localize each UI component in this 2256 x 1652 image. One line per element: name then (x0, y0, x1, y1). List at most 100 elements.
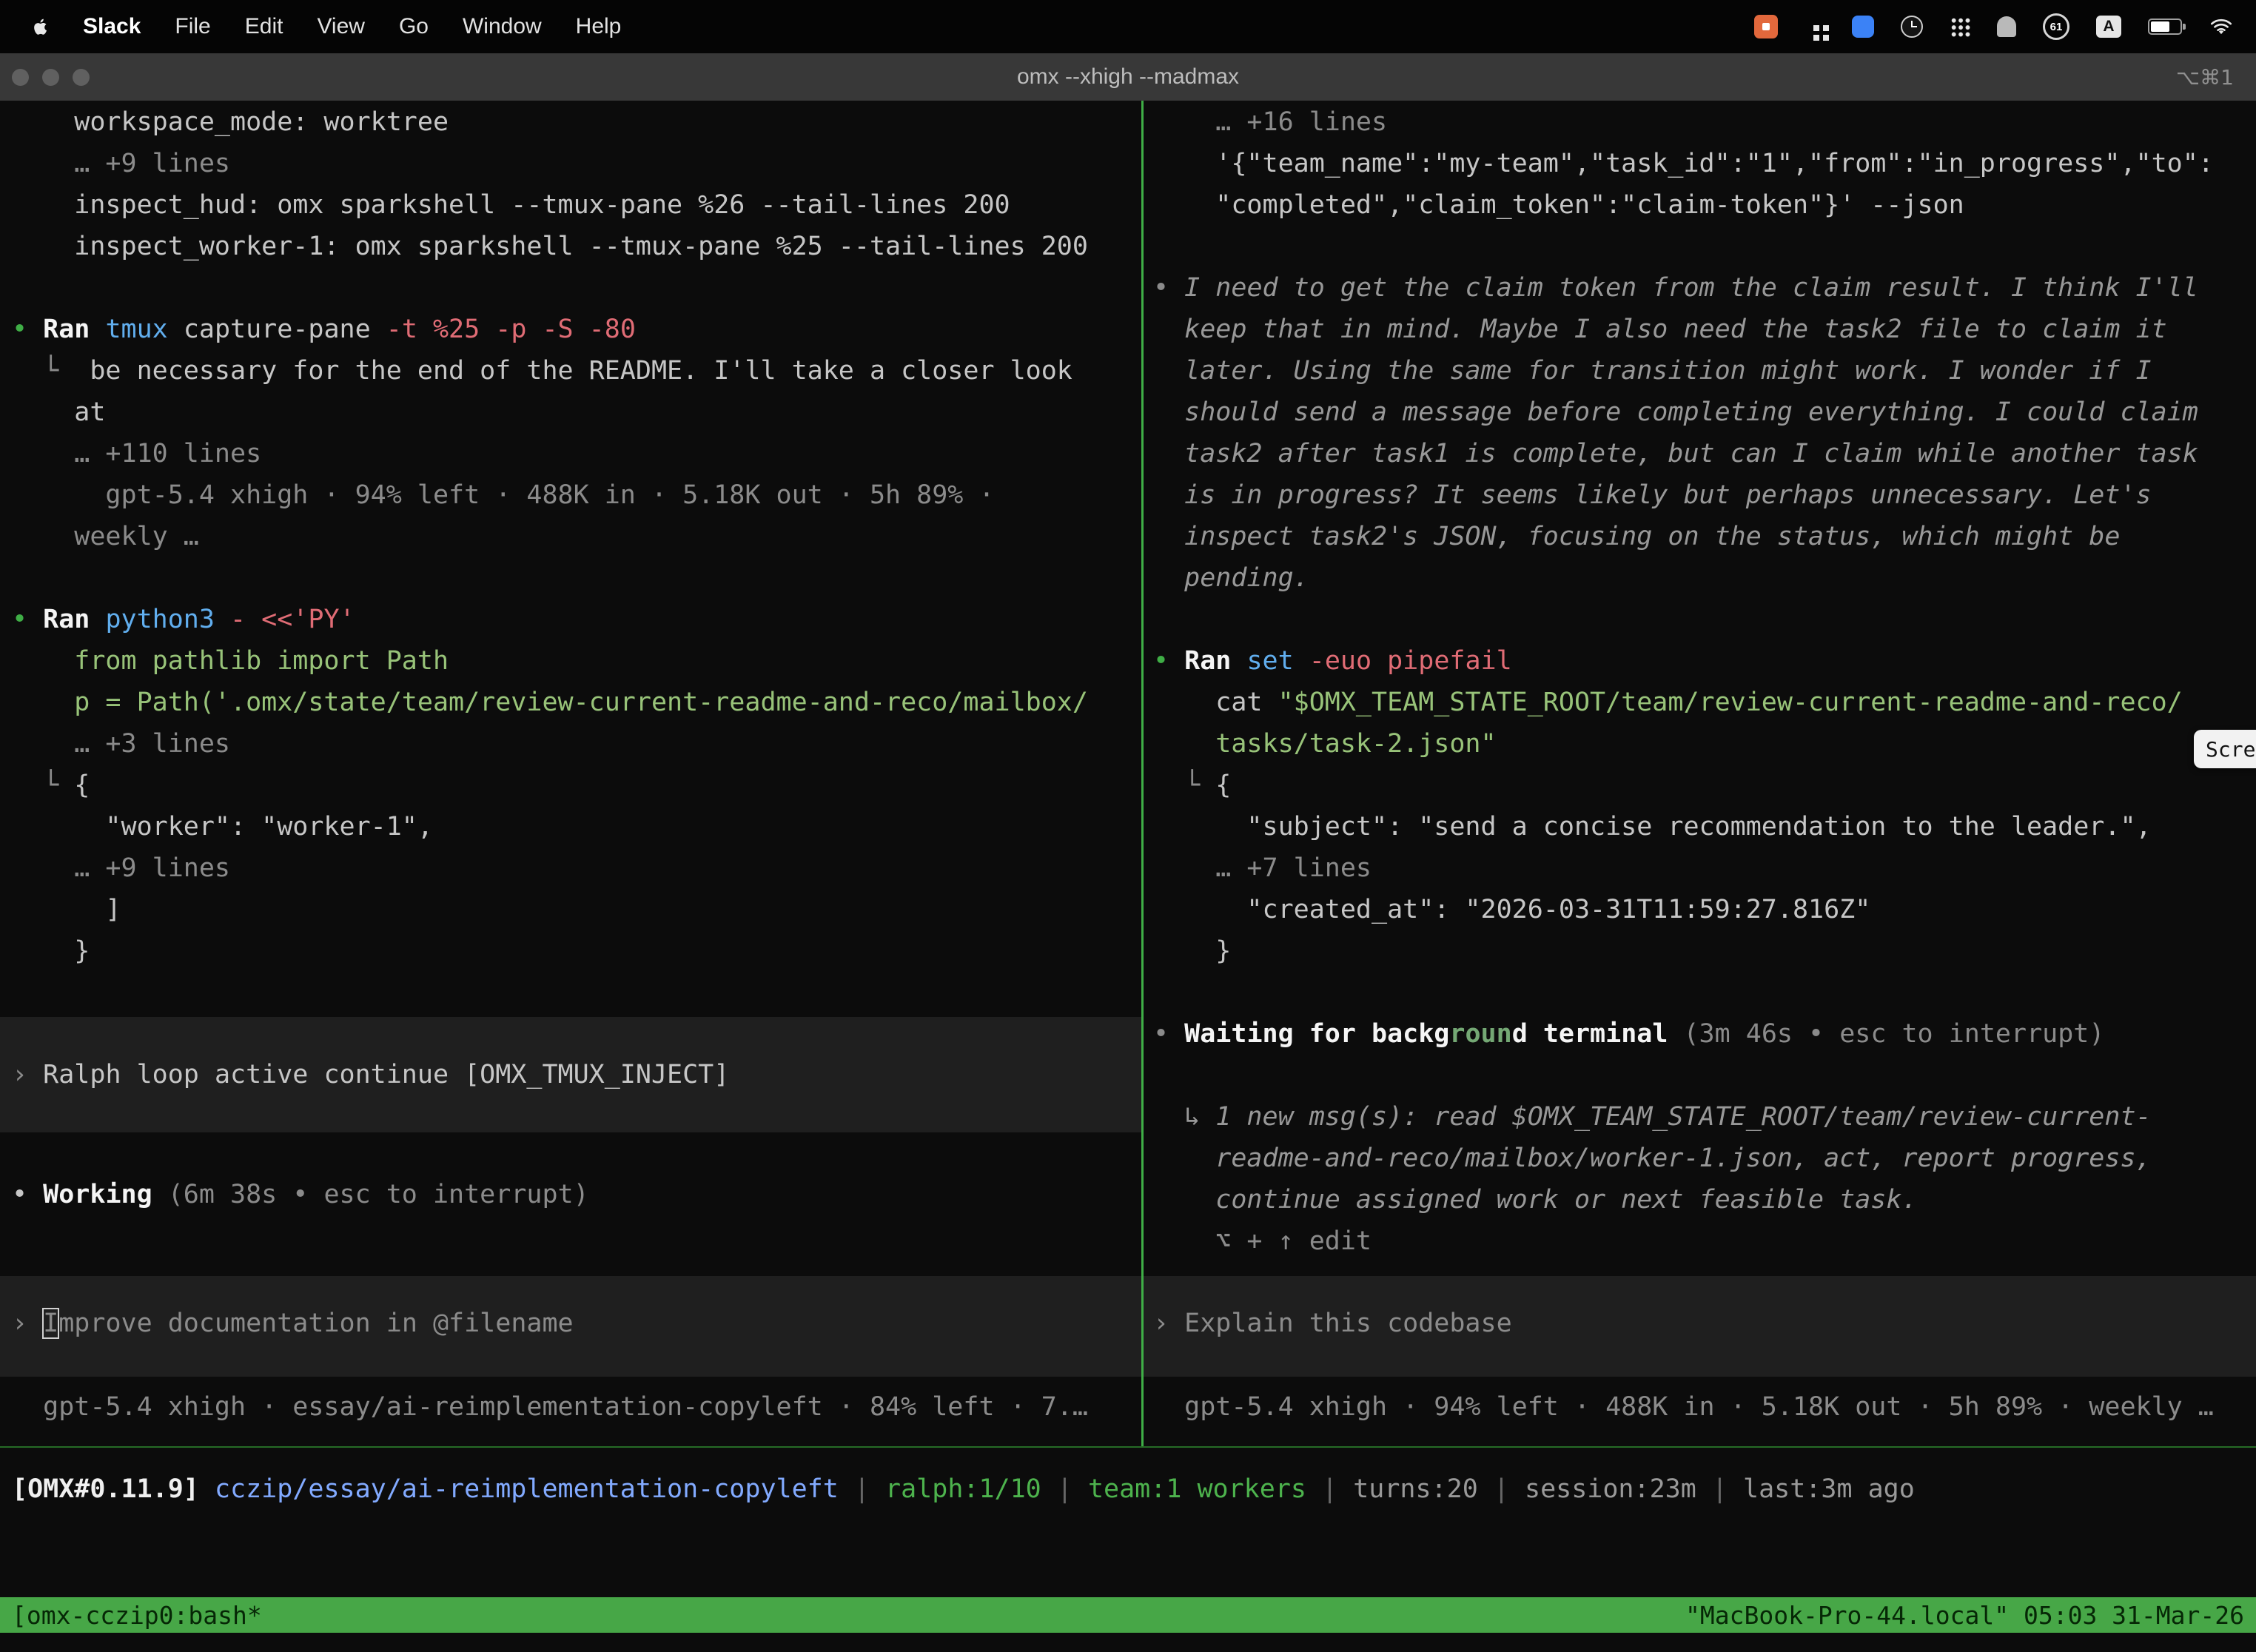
omx-session-time: session:23m (1525, 1474, 1696, 1504)
terminal-line (0, 1132, 1141, 1174)
text-segment: python3 (105, 605, 230, 634)
text-segment: … +7 lines (1153, 853, 1372, 883)
terminal-line: pending. (1144, 557, 2256, 599)
menu-view[interactable]: View (317, 14, 364, 39)
text-segment: be necessary for the end of the README. … (90, 356, 1072, 386)
input-source-icon[interactable]: A (2096, 16, 2121, 38)
menu-file[interactable]: File (175, 14, 210, 39)
tmux-host-datetime: "MacBook-Pro-44.local" 05:03 31-Mar-26 (1685, 1601, 2244, 1630)
terminal-line: └ { (0, 765, 1141, 806)
terminal-line: gpt-5.4 xhigh · 94% left · 488K in · 5.1… (0, 474, 1141, 516)
text-segment: from pathlib import Path (12, 646, 449, 676)
omx-status-bar: [OMX#0.11.9] cczip/essay/ai-reimplementa… (0, 1468, 2256, 1510)
text-segment: d terminal (1512, 1019, 1684, 1049)
text-segment: -euo pipefail (1309, 646, 1512, 676)
terminal-line: readme-and-reco/mailbox/worker-1.json, a… (1144, 1138, 2256, 1179)
terminal-line (1144, 972, 2256, 1013)
terminal-line: } (0, 930, 1141, 972)
text-segment: ⌥ + ↑ edit (1153, 1226, 1372, 1256)
menu-bar: Slack File Edit View Go Window Help 61 A (0, 0, 2256, 53)
terminal-line (0, 267, 1141, 309)
terminal-line: • I need to get the claim token from the… (1144, 267, 2256, 309)
window-shortcut-badge: ⌥⌘1 (2176, 65, 2234, 90)
terminal-line: inspect_worker-1: omx sparkshell --tmux-… (0, 226, 1141, 267)
text-segment: should send a message before completing … (1153, 397, 2198, 427)
app-grid-icon[interactable] (1805, 16, 1825, 37)
text-segment: … +110 lines (12, 439, 261, 469)
text-segment: › (12, 1309, 43, 1338)
menu-help[interactable]: Help (576, 14, 622, 39)
terminal-line: continue assigned work or next feasible … (1144, 1179, 2256, 1220)
terminal-line: weekly … (0, 516, 1141, 557)
right-terminal-pane[interactable]: … +16 lines '{"team_name":"my-team","tas… (1144, 101, 2256, 1446)
terminal-line: • Waiting for background terminal (3m 46… (1144, 1013, 2256, 1055)
terminal-line (1144, 599, 2256, 640)
terminal-line: … +3 lines (0, 723, 1141, 765)
ghost-icon[interactable] (1997, 16, 2016, 37)
dots-grid-icon[interactable] (1950, 16, 1970, 37)
text-segment: › Explain this codebase (1153, 1309, 1512, 1338)
text-segment: "completed","claim_token":"claim-token"}… (1153, 190, 1964, 220)
text-segment: pending. (1153, 563, 1309, 593)
raycast-icon[interactable] (1852, 16, 1874, 38)
terminal-line: inspect_hud: omx sparkshell --tmux-pane … (0, 184, 1141, 226)
menu-window[interactable]: Window (463, 14, 542, 39)
screen-recording-indicator-icon[interactable] (1754, 15, 1778, 38)
terminal-window: workspace_mode: worktree … +9 lines insp… (0, 101, 2256, 1652)
text-segment: { (1215, 770, 1231, 800)
menu-go[interactable]: Go (399, 14, 429, 39)
omx-session-path: cczip/essay/ai-reimplementation-copyleft (215, 1474, 839, 1504)
text-segment: "created_at": "2026-03-31T11:59:27.816Z" (1153, 895, 1870, 924)
text-segment: Ran (43, 315, 105, 344)
text-segment: ] (12, 895, 121, 924)
text-segment: inspect_hud: omx sparkshell --tmux-pane … (12, 190, 1010, 220)
prompt-input[interactable]: › Improve documentation in @filename (0, 1276, 1141, 1377)
terminal-line: "completed","claim_token":"claim-token"}… (1144, 184, 2256, 226)
terminal-line: └ be necessary for the end of the README… (0, 350, 1141, 392)
terminal-line: … +9 lines (0, 143, 1141, 184)
text-segment: cat (1153, 688, 1278, 717)
terminal-line: '{"team_name":"my-team","task_id":"1","f… (1144, 143, 2256, 184)
badge-61-icon[interactable]: 61 (2043, 13, 2069, 40)
text-segment: • (1153, 273, 1184, 303)
terminal-line: "created_at": "2026-03-31T11:59:27.816Z" (1144, 889, 2256, 930)
omx-version: [OMX#0.11.9] (12, 1474, 215, 1504)
text-segment: … +9 lines (12, 853, 230, 883)
terminal-line: gpt-5.4 xhigh · 94% left · 488K in · 5.1… (1144, 1386, 2256, 1428)
ralph-loop-status[interactable]: › Ralph loop active continue [OMX_TMUX_I… (0, 1017, 1141, 1132)
window-title: omx --xhigh --madmax (0, 64, 2256, 90)
terminal-line: tasks/task-2.json" (1144, 723, 2256, 765)
wifi-icon[interactable] (2209, 17, 2234, 36)
apple-menu-icon[interactable] (30, 16, 49, 38)
text-segment: '{"team_name":"my-team","task_id":"1","f… (1153, 149, 2214, 178)
battery-icon[interactable] (2148, 19, 2182, 35)
terminal-line: "subject": "send a concise recommendatio… (1144, 806, 2256, 847)
text-segment: later. Using the same for transition mig… (1153, 356, 2152, 386)
text-segment: } (1153, 936, 1231, 966)
terminal-line: "worker": "worker-1", (0, 806, 1141, 847)
text-segment: • (1153, 646, 1184, 676)
text-segment: … +16 lines (1153, 107, 1387, 137)
menu-bar-left: Slack File Edit View Go Window Help (0, 14, 621, 39)
left-terminal-pane[interactable]: workspace_mode: worktree … +9 lines insp… (0, 101, 1141, 1446)
app-menu-slack[interactable]: Slack (83, 14, 141, 39)
text-segment: I need to get the claim token from the c… (1184, 273, 2198, 303)
menu-bar-status-icons: 61 A (1754, 13, 2256, 40)
terminal-line: • Ran tmux capture-pane -t %25 -p -S -80 (0, 309, 1141, 350)
prompt-suggestion[interactable]: › Explain this codebase (1144, 1276, 2256, 1377)
omx-team-workers: team:1 workers (1088, 1474, 1306, 1504)
terminal-line: ↳ 1 new msg(s): read $OMX_TEAM_STATE_ROO… (1144, 1096, 2256, 1138)
text-segment: capture-pane (184, 315, 386, 344)
menu-edit[interactable]: Edit (245, 14, 283, 39)
text-segment: tmux (105, 315, 183, 344)
clock-app-icon[interactable] (1901, 16, 1923, 38)
text-segment: tasks/task-2.json" (1153, 729, 1497, 759)
omx-ralph-count: ralph:1/10 (885, 1474, 1041, 1504)
text-segment: • (12, 315, 43, 344)
text-segment: └ (1153, 770, 1215, 800)
omx-turns: turns:20 (1353, 1474, 1478, 1504)
separator: | (1696, 1474, 1743, 1504)
terminal-line: later. Using the same for transition mig… (1144, 350, 2256, 392)
separator: | (1306, 1474, 1353, 1504)
text-segment: set (1246, 646, 1309, 676)
